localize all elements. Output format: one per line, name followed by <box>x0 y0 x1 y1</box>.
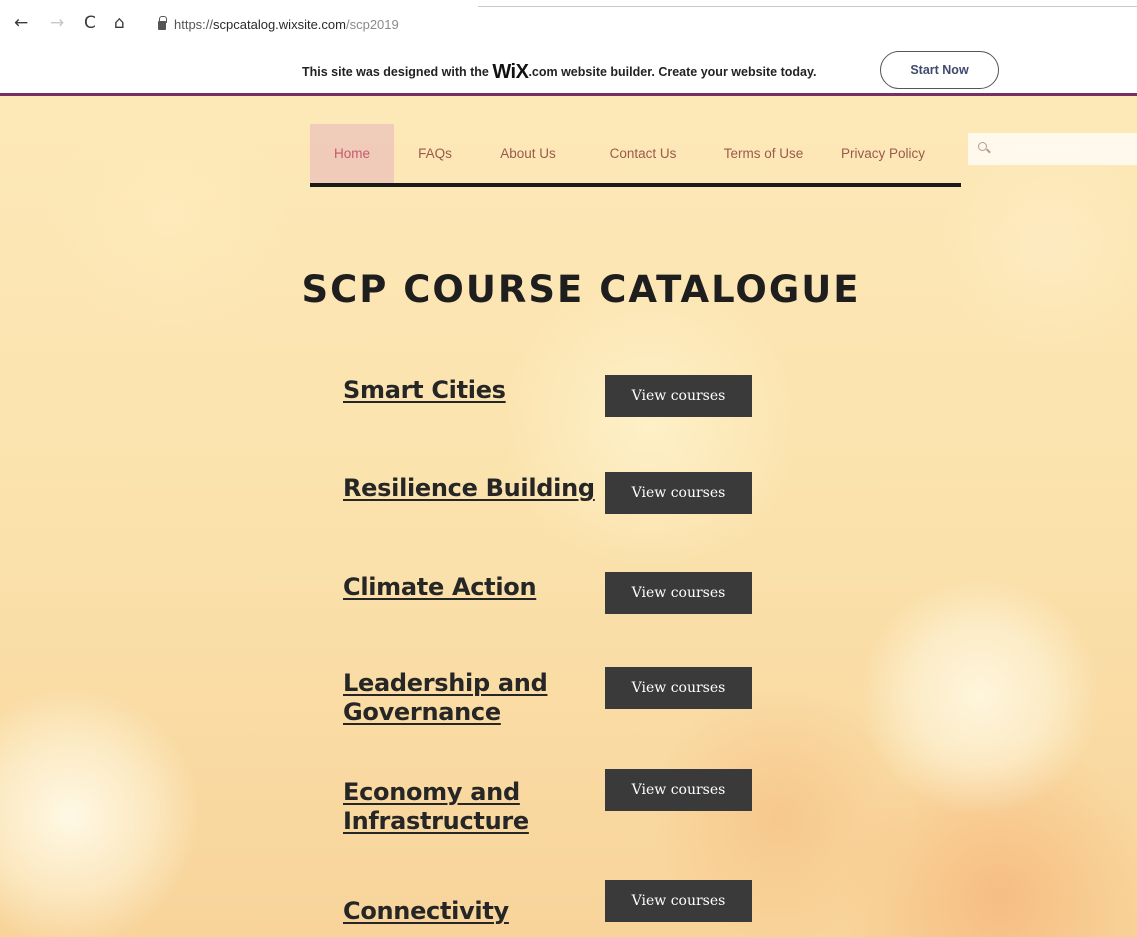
wix-logo: WiX <box>492 61 529 83</box>
url-scheme: https:// <box>174 17 214 32</box>
wix-ad-banner: This site was designed with the WiX.com … <box>0 44 1137 96</box>
wix-banner-text-before: This site was designed with the <box>302 65 493 79</box>
menu-item-privacy-policy[interactable]: Privacy Policy <box>821 124 945 183</box>
browser-toolbar: ← → C ⌂ https://scpcatalog.wixsite.com/s… <box>0 0 1137 44</box>
home-icon[interactable]: ⌂ <box>114 14 125 32</box>
back-arrow-icon[interactable]: ← <box>14 14 28 32</box>
menu-item-terms-of-use[interactable]: Terms of Use <box>706 124 821 183</box>
view-courses-button[interactable]: View courses <box>605 572 752 614</box>
site-menu: Home FAQs About Us Contact Us Terms of U… <box>310 124 945 183</box>
url-host: scpcatalog.wixsite.com <box>213 17 346 32</box>
start-now-button[interactable]: Start Now <box>880 51 999 89</box>
view-courses-button[interactable]: View courses <box>605 375 752 417</box>
category-link-climate-action[interactable]: Climate Action <box>343 573 537 602</box>
site-page: Home FAQs About Us Contact Us Terms of U… <box>0 96 1137 937</box>
category-link-economy-and-infrastructure[interactable]: Economy and Infrastructure <box>343 778 529 836</box>
search-icon <box>978 142 987 151</box>
menu-item-faqs[interactable]: FAQs <box>394 124 476 183</box>
lock-icon <box>158 16 167 30</box>
category-label: Smart Cities <box>343 376 506 404</box>
view-courses-button[interactable]: View courses <box>605 880 752 922</box>
category-label: Governance <box>343 698 501 726</box>
category-link-resilience-building[interactable]: Resilience Building <box>343 474 595 503</box>
menu-underline <box>310 183 961 187</box>
category-label: Resilience Building <box>343 474 595 502</box>
reload-icon[interactable]: C <box>84 14 96 32</box>
category-label: Climate Action <box>343 573 537 601</box>
view-courses-button[interactable]: View courses <box>605 472 752 514</box>
forward-arrow-icon[interactable]: → <box>50 14 64 32</box>
category-link-smart-cities[interactable]: Smart Cities <box>343 376 506 405</box>
menu-item-about-us[interactable]: About Us <box>476 124 580 183</box>
menu-item-home[interactable]: Home <box>310 124 394 183</box>
url-path: /scp2019 <box>345 17 399 32</box>
category-link-leadership-and-governance[interactable]: Leadership and Governance <box>343 669 548 727</box>
wix-banner-text-after: .com website builder. Create your websit… <box>528 65 817 79</box>
category-link-connectivity[interactable]: Connectivity <box>343 897 509 926</box>
category-label: Economy and <box>343 778 520 806</box>
view-courses-button[interactable]: View courses <box>605 769 752 811</box>
toolbar-divider <box>478 6 1137 7</box>
address-bar[interactable]: https://scpcatalog.wixsite.com/scp2019 <box>158 16 399 33</box>
menu-item-contact-us[interactable]: Contact Us <box>580 124 706 183</box>
category-label: Connectivity <box>343 897 509 925</box>
category-label: Infrastructure <box>343 807 529 835</box>
page-title: SCP COURSE CATALOGUE <box>301 268 861 311</box>
view-courses-button[interactable]: View courses <box>605 667 752 709</box>
site-search-input[interactable] <box>968 133 1137 165</box>
category-label: Leadership and <box>343 669 548 697</box>
wix-banner-text: This site was designed with the WiX.com … <box>302 61 817 83</box>
